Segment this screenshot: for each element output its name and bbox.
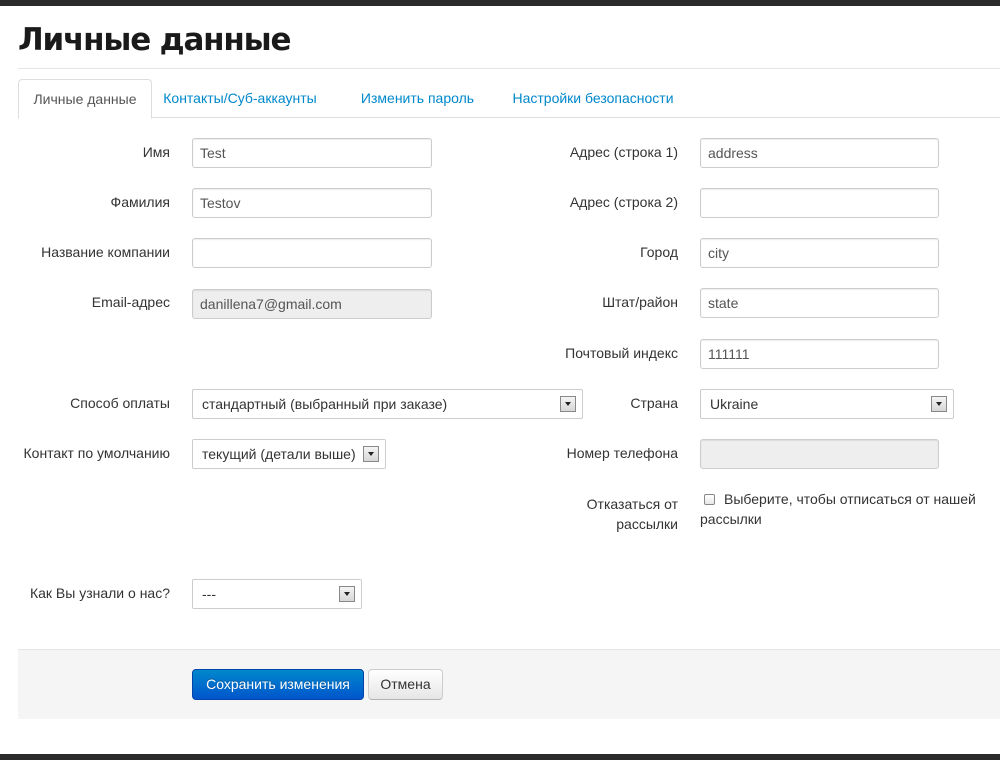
tab-change-password[interactable]: Изменить пароль: [347, 79, 488, 117]
first-name-input[interactable]: Test: [192, 138, 432, 168]
postcode-input[interactable]: 111111: [700, 339, 939, 369]
address-line1-input[interactable]: address: [700, 138, 939, 168]
title-divider: [18, 68, 1000, 69]
top-bar: [0, 0, 1000, 6]
postcode-label: Почтовый индекс: [565, 345, 678, 361]
tab-contacts-subaccounts[interactable]: Контакты/Суб-аккаунты: [152, 79, 328, 117]
dropdown-arrow-icon: [339, 586, 355, 602]
dropdown-arrow-icon: [931, 396, 947, 412]
unsubscribe-text: Выберите, чтобы отписаться от нашей расс…: [700, 491, 976, 527]
default-contact-value: текущий (детали выше): [202, 446, 356, 462]
last-name-label: Фамилия: [110, 194, 170, 210]
address-line2-label: Адрес (строка 2): [569, 194, 678, 210]
address-line1-label: Адрес (строка 1): [569, 144, 678, 160]
city-input[interactable]: city: [700, 238, 939, 268]
dropdown-arrow-icon: [363, 446, 379, 462]
phone-label: Номер телефона: [566, 445, 678, 461]
default-contact-label: Контакт по умолчанию: [23, 445, 171, 461]
form-actions: Сохранить изменения Отмена: [18, 649, 1000, 719]
state-input[interactable]: state: [700, 288, 939, 318]
country-select[interactable]: Ukraine: [700, 389, 954, 419]
unsubscribe-label: Отказаться от рассылки: [586, 496, 678, 532]
payment-method-value: стандартный (выбранный при заказе): [202, 396, 448, 412]
bottom-bar: [0, 754, 1000, 760]
email-label: Email-адрес: [91, 294, 170, 310]
page-title: Личные данные: [18, 22, 291, 58]
phone-field: [700, 439, 939, 469]
payment-method-label: Способ оплаты: [70, 395, 170, 411]
how-found-label: Как Вы узнали о нас?: [29, 585, 170, 601]
how-found-value: ---: [202, 586, 216, 602]
save-button[interactable]: Сохранить изменения: [192, 669, 364, 700]
tab-bar: Личные данные Контакты/Суб-аккаунты Изме…: [18, 79, 1000, 119]
tab-personal-data[interactable]: Личные данные: [18, 79, 152, 119]
company-name-input[interactable]: [192, 238, 432, 268]
tab-bar-underline: [18, 117, 1000, 118]
payment-method-select[interactable]: стандартный (выбранный при заказе): [192, 389, 583, 419]
company-name-label: Название компании: [41, 244, 170, 260]
email-field: danillena7@gmail.com: [192, 289, 432, 319]
last-name-input[interactable]: Testov: [192, 188, 432, 218]
cancel-button[interactable]: Отмена: [368, 669, 443, 700]
tab-security-settings[interactable]: Настройки безопасности: [500, 79, 686, 117]
address-line2-input[interactable]: [700, 188, 939, 218]
city-label: Город: [640, 244, 678, 260]
country-value: Ukraine: [710, 396, 759, 412]
default-contact-select[interactable]: текущий (детали выше): [192, 439, 386, 469]
dropdown-arrow-icon: [560, 396, 576, 412]
country-label: Страна: [630, 395, 678, 411]
how-found-select[interactable]: ---: [192, 579, 362, 609]
first-name-label: Имя: [142, 144, 170, 160]
state-label: Штат/район: [602, 294, 678, 310]
